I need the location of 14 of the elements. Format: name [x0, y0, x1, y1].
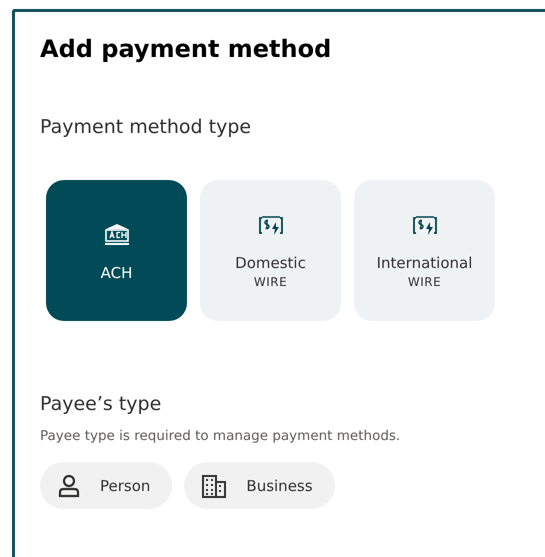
payment-type-card[interactable]: International WIRE [354, 180, 495, 321]
bank-icon [104, 223, 130, 247]
payment-type-card[interactable]: Domestic WIRE [200, 180, 341, 321]
person-icon [57, 474, 81, 498]
money-bolt-icon [258, 215, 284, 237]
payee-type-chip[interactable]: Person [40, 462, 172, 509]
section-label: Payee’s type [40, 392, 162, 417]
payment-type-card[interactable]: ACH [46, 180, 187, 321]
dialog-title: Add payment method [40, 34, 332, 65]
building-icon [201, 474, 228, 498]
payee-type-chip[interactable]: Business [184, 462, 335, 509]
helper-text: Payee type is required to manage payment methods. [40, 427, 402, 445]
money-bolt-icon [412, 215, 438, 237]
section-label: Payment method type [40, 115, 252, 140]
